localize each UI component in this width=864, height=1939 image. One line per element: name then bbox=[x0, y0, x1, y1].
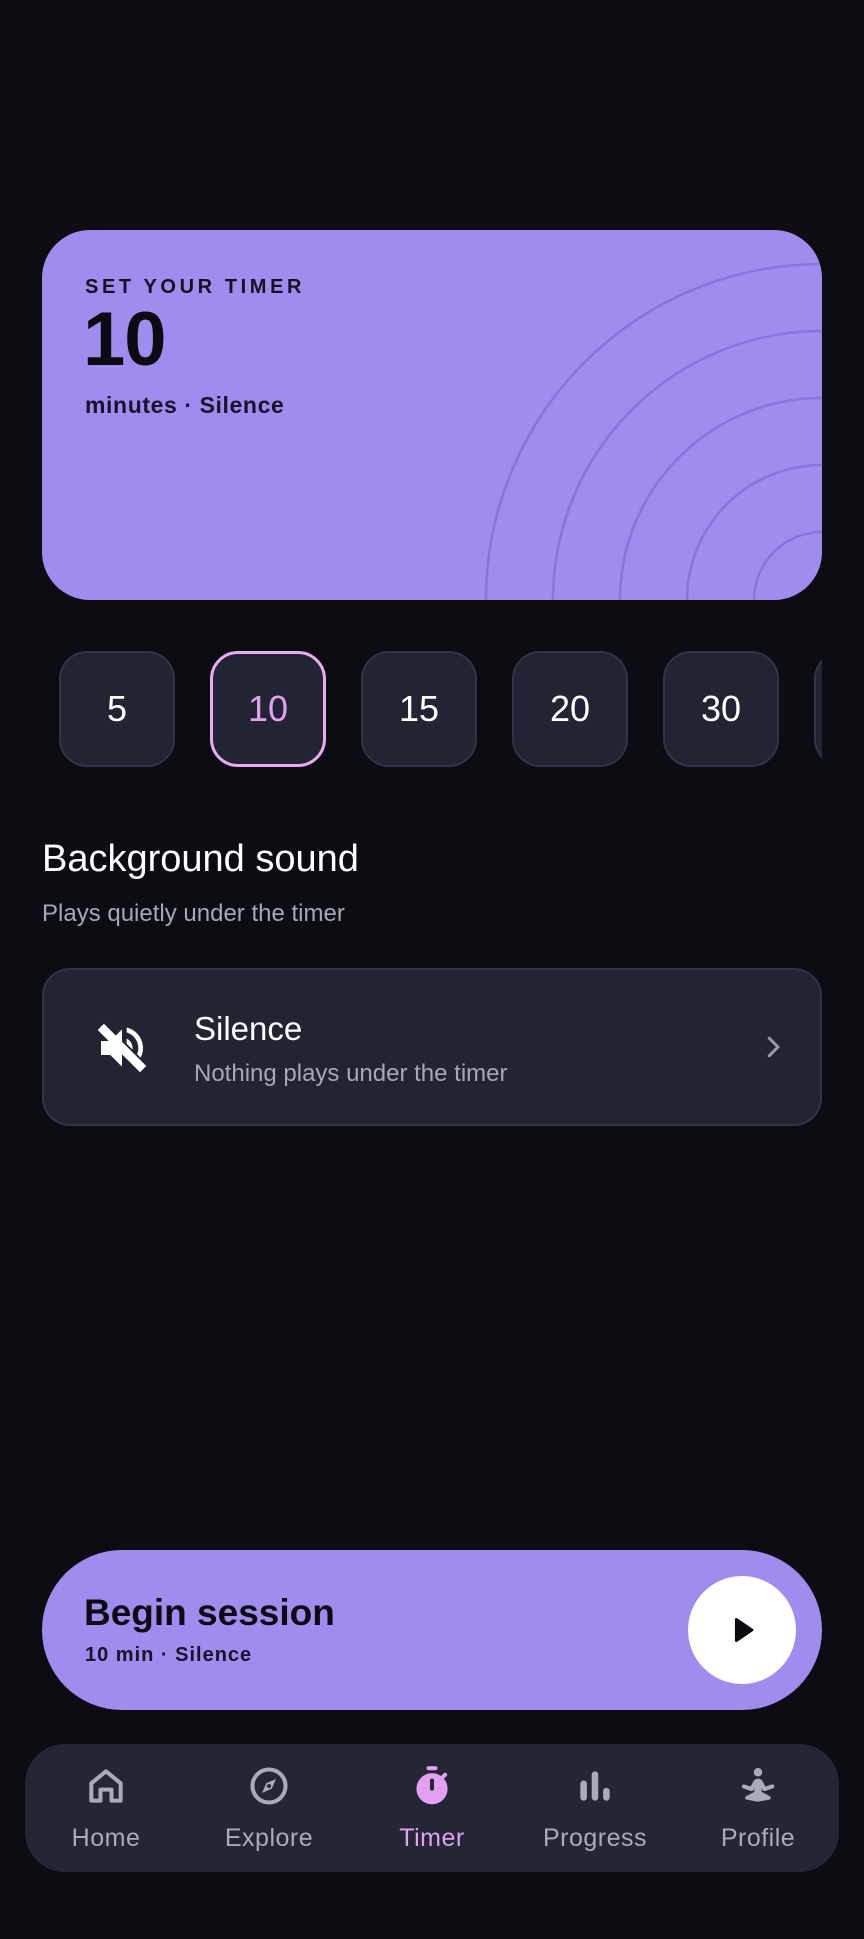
home-icon bbox=[89, 1769, 123, 1803]
nav-label: Progress bbox=[542, 1824, 648, 1852]
duration-selector: 5 10 15 20 30 bbox=[42, 650, 822, 768]
begin-session-subtitle: 10 min · Silence bbox=[85, 1644, 253, 1666]
sound-name: Silence bbox=[194, 1010, 303, 1047]
chevron-right-icon bbox=[767, 1036, 780, 1058]
sound-description: Nothing plays under the timer bbox=[194, 1060, 508, 1087]
timer-summary-card: SET YOUR TIMER 10 minutes · Silence bbox=[42, 230, 822, 600]
nav-label: Explore bbox=[224, 1824, 314, 1852]
stopwatch-icon bbox=[416, 1766, 448, 1805]
hero-caption: minutes · Silence bbox=[85, 392, 285, 418]
bar-chart-icon bbox=[580, 1771, 610, 1801]
background-sound-selector[interactable]: Silence Nothing plays under the timer bbox=[42, 968, 822, 1126]
duration-chip-15[interactable]: 15 bbox=[361, 651, 477, 767]
section-title: Background sound bbox=[42, 838, 359, 880]
volume-off-icon bbox=[97, 1023, 147, 1073]
nav-item-progress[interactable]: Progress bbox=[514, 1744, 676, 1872]
nav-label: Timer bbox=[399, 1824, 465, 1852]
begin-session-title: Begin session bbox=[84, 1592, 335, 1633]
hero-eyebrow: SET YOUR TIMER bbox=[85, 276, 306, 298]
section-subtitle: Plays quietly under the timer bbox=[42, 900, 345, 927]
play-icon bbox=[734, 1617, 754, 1643]
nav-item-profile[interactable]: Profile bbox=[677, 1744, 839, 1872]
duration-chip-5[interactable]: 5 bbox=[59, 651, 175, 767]
bottom-navigation: Home Explore Timer Progress Profile bbox=[25, 1744, 839, 1872]
nav-item-timer[interactable]: Timer bbox=[351, 1744, 513, 1872]
nav-item-home[interactable]: Home bbox=[25, 1744, 187, 1872]
duration-chip-30[interactable]: 30 bbox=[663, 651, 779, 767]
decorative-rings bbox=[484, 262, 822, 600]
nav-label: Home bbox=[71, 1824, 141, 1852]
begin-session-button[interactable]: Begin session 10 min · Silence bbox=[42, 1550, 822, 1710]
meditation-icon bbox=[741, 1768, 775, 1802]
nav-item-explore[interactable]: Explore bbox=[188, 1744, 350, 1872]
play-button[interactable] bbox=[688, 1576, 796, 1684]
duration-chip-10[interactable]: 10 bbox=[210, 651, 326, 767]
compass-icon bbox=[250, 1767, 288, 1805]
duration-chip-more[interactable] bbox=[814, 651, 822, 767]
duration-chip-20[interactable]: 20 bbox=[512, 651, 628, 767]
nav-label: Profile bbox=[720, 1824, 796, 1852]
timer-minutes-value: 10 bbox=[83, 297, 167, 382]
